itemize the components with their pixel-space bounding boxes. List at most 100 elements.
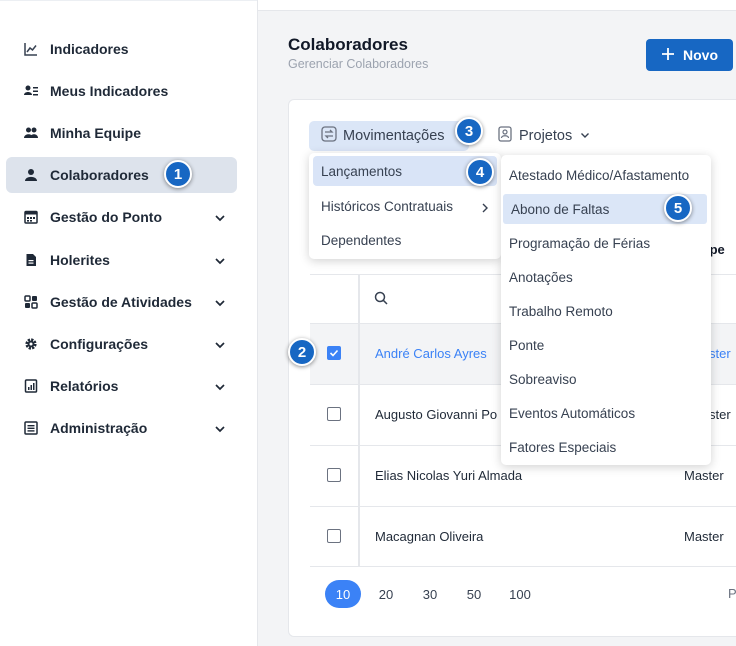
chevron-down-icon (214, 211, 226, 223)
menu-item-trabalho-remoto[interactable]: Trabalho Remoto (501, 296, 711, 326)
sidebar-item-holerites[interactable]: Holerites (6, 242, 237, 278)
menu-item-label: Atestado Médico/Afastamento (509, 167, 690, 183)
menu-item-anotacoes[interactable]: Anotações (501, 262, 711, 292)
menu-item-label: Programação de Férias (509, 235, 651, 251)
team-cell: ster (709, 346, 731, 361)
page-size-option[interactable]: 100 (503, 580, 537, 608)
sidebar-item-label: Gestão de Atividades (50, 294, 192, 310)
column-divider (358, 274, 360, 566)
chevron-down-icon (214, 422, 226, 434)
pagination-info: P (728, 586, 736, 601)
sidebar-item-minha-equipe[interactable]: Minha Equipe (6, 115, 237, 151)
row-checkbox[interactable] (327, 346, 341, 360)
chevron-down-icon (580, 128, 590, 144)
grid-icon (24, 295, 38, 309)
admin-icon (24, 421, 38, 435)
sidebar-item-label: Gestão do Ponto (50, 209, 162, 225)
menu-item-atestado[interactable]: Atestado Médico/Afastamento (501, 160, 711, 190)
menu-item-label: Trabalho Remoto (509, 303, 613, 319)
sidebar-item-colaboradores[interactable]: Colaboradores (6, 157, 237, 193)
page-size-option[interactable]: 30 (413, 580, 447, 608)
menu-item-label: Históricos Contratuais (321, 198, 454, 214)
new-button-label: Novo (683, 47, 718, 63)
sidebar-item-meus-indicadores[interactable]: Meus Indicadores (6, 73, 237, 109)
file-icon (24, 253, 38, 267)
row-checkbox[interactable] (327, 468, 341, 482)
new-button[interactable]: Novo (646, 39, 733, 71)
users-icon (24, 126, 38, 140)
menu-item-label: Dependentes (321, 232, 402, 248)
sidebar-item-indicadores[interactable]: Indicadores (6, 31, 237, 67)
menu-item-programacao-ferias[interactable]: Programação de Férias (501, 228, 711, 258)
menu-item-label: Ponte (509, 337, 545, 353)
page-size-option[interactable]: 10 (325, 580, 361, 608)
sidebar-item-gestao-atividades[interactable]: Gestão de Atividades (6, 284, 237, 320)
chevron-right-icon (481, 201, 489, 216)
menu-item-label: Eventos Automáticos (509, 405, 636, 421)
table-bottom-border (310, 566, 736, 567)
sidebar-item-label: Administração (50, 420, 148, 436)
step-badge: 5 (664, 194, 692, 222)
tab-label: Movimentações (343, 128, 445, 144)
step-badge: 1 (164, 160, 192, 188)
page-size-option[interactable]: 20 (369, 580, 403, 608)
employee-name: Macagnan Oliveira (375, 529, 484, 544)
menu-item-label: Abono de Faltas (511, 201, 610, 217)
tab-projetos[interactable]: Projetos (497, 121, 590, 151)
sidebar-item-configuracoes[interactable]: Configurações (6, 326, 237, 362)
menu-item-sobreaviso[interactable]: Sobreaviso (501, 364, 711, 394)
top-bar (258, 0, 736, 11)
chevron-down-icon (214, 338, 226, 350)
menu-item-historicos-contratuais[interactable]: Históricos Contratuais (313, 191, 497, 221)
sidebar-item-label: Relatórios (50, 378, 119, 394)
menu-item-dependentes[interactable]: Dependentes (313, 225, 497, 255)
transfer-icon (321, 126, 337, 146)
sidebar-item-administracao[interactable]: Administração (6, 410, 237, 446)
search-icon[interactable] (374, 291, 388, 310)
tab-movimentacoes[interactable]: Movimentações (309, 121, 469, 151)
chevron-down-icon (214, 380, 226, 392)
gear-icon (24, 337, 38, 351)
team-cell: ster (709, 407, 731, 422)
sidebar-item-label: Minha Equipe (50, 125, 141, 141)
row-checkbox[interactable] (327, 529, 341, 543)
sidebar-item-label: Colaboradores (50, 167, 149, 183)
menu-item-label: Anotações (509, 269, 573, 285)
tab-label: Projetos (519, 128, 573, 144)
employee-name: Augusto Giovanni Po (375, 407, 498, 422)
id-card-icon (497, 126, 513, 146)
sidebar-item-label: Configurações (50, 336, 149, 352)
calendar-icon (24, 210, 38, 224)
plus-icon (661, 47, 675, 64)
step-badge: 4 (466, 158, 494, 186)
menu-item-label: Lançamentos (321, 163, 403, 179)
page-title: Colaboradores (288, 35, 408, 54)
menu-item-label: Fatores Especiais (509, 439, 617, 455)
user-list-icon (24, 84, 38, 98)
sidebar-item-label: Indicadores (50, 41, 129, 57)
chevron-down-icon (214, 296, 226, 308)
menu-item-fatores-especiais[interactable]: Fatores Especiais (501, 432, 711, 462)
sidebar: Indicadores Meus Indicadores Minha Equip… (0, 0, 258, 646)
table-row[interactable] (310, 506, 736, 568)
employee-name: Elias Nicolas Yuri Almada (375, 468, 523, 483)
menu-item-ponte[interactable]: Ponte (501, 330, 711, 360)
menu-item-label: Sobreaviso (509, 371, 577, 387)
team-cell: Master (684, 468, 724, 483)
sidebar-item-relatorios[interactable]: Relatórios (6, 368, 237, 404)
page-subtitle: Gerenciar Colaboradores (288, 57, 429, 71)
sidebar-item-label: Meus Indicadores (50, 83, 169, 99)
sidebar-item-label: Holerites (50, 252, 110, 268)
sidebar-top-border (0, 0, 257, 1)
menu-item-eventos-automaticos[interactable]: Eventos Automáticos (501, 398, 711, 428)
employee-name-link[interactable]: André Carlos Ayres (375, 346, 487, 361)
user-icon (24, 168, 38, 182)
chevron-down-icon (214, 254, 226, 266)
chart-line-icon (24, 42, 38, 56)
step-badge: 3 (455, 117, 483, 145)
sidebar-item-gestao-ponto[interactable]: Gestão do Ponto (6, 199, 237, 235)
step-badge: 2 (288, 338, 316, 366)
row-checkbox[interactable] (327, 407, 341, 421)
report-icon (24, 379, 38, 393)
page-size-option[interactable]: 50 (457, 580, 491, 608)
